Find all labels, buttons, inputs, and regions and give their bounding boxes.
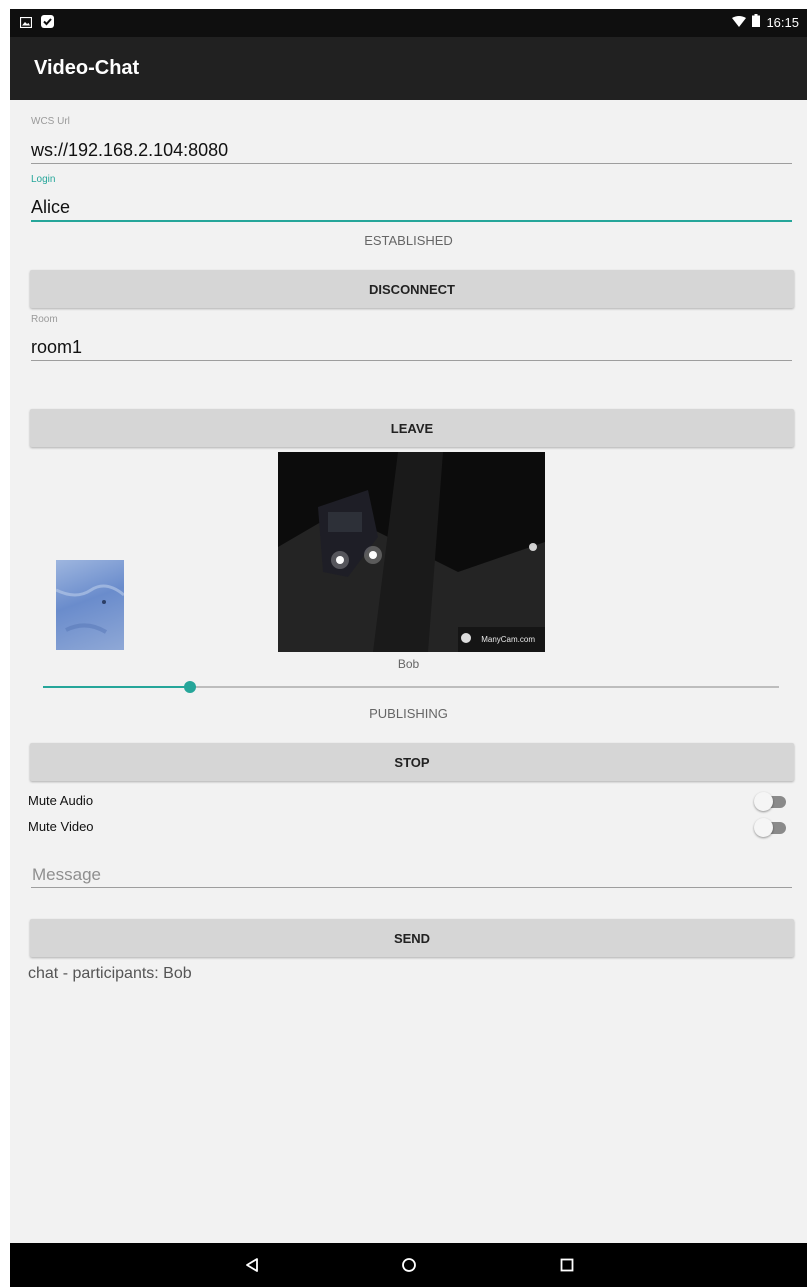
local-video-preview [55, 560, 125, 650]
participant-name: Bob [397, 657, 420, 671]
back-icon[interactable] [240, 1253, 264, 1277]
recents-icon[interactable] [555, 1253, 579, 1277]
message-input[interactable] [32, 862, 792, 888]
login-field[interactable]: Alice [31, 197, 70, 218]
mute-video-switch[interactable] [754, 818, 788, 837]
battery-icon [752, 14, 761, 30]
volume-slider-thumb[interactable] [184, 681, 197, 693]
message-underline [31, 887, 792, 888]
switch-knob [754, 792, 773, 811]
mute-audio-label: Mute Audio [28, 793, 94, 808]
login-label: Login [31, 174, 56, 185]
status-bar: 16:15 [10, 9, 807, 37]
app-bar: Video-Chat [10, 37, 807, 100]
app-title: Video-Chat [34, 57, 140, 79]
chat-log: chat - participants: Bob [28, 965, 192, 982]
publish-status: PUBLISHING [369, 706, 448, 721]
volume-slider[interactable] [43, 681, 779, 693]
image-notification-icon [19, 15, 33, 33]
connection-status: ESTABLISHED [364, 233, 453, 248]
room-underline [31, 360, 792, 361]
home-icon[interactable] [397, 1253, 421, 1277]
room-label: Room [31, 314, 58, 325]
login-underline [31, 220, 792, 222]
mute-video-label: Mute Video [28, 819, 94, 834]
wcs-url-field[interactable]: ws://192.168.2.104:8080 [31, 140, 228, 161]
check-notification-icon [41, 15, 54, 33]
navigation-bar [10, 1243, 807, 1287]
switch-knob [754, 818, 773, 837]
wcs-url-label: WCS Url [31, 116, 70, 127]
video-watermark: ManyCam.com [481, 635, 535, 644]
leave-button[interactable]: LEAVE [30, 409, 794, 447]
wifi-icon [732, 15, 747, 30]
disconnect-button[interactable]: DISCONNECT [30, 270, 794, 308]
stop-button[interactable]: STOP [30, 743, 794, 781]
mute-audio-switch[interactable] [754, 792, 788, 811]
room-field[interactable]: room1 [31, 337, 82, 358]
volume-slider-fill [43, 686, 191, 688]
clock: 16:15 [766, 14, 799, 30]
remote-video: ManyCam.com [278, 452, 545, 652]
send-button[interactable]: SEND [30, 919, 794, 957]
device-screen: 16:15 Video-Chat WCS Url ws://192.168.2.… [10, 9, 807, 1287]
wcs-url-underline [31, 163, 792, 164]
